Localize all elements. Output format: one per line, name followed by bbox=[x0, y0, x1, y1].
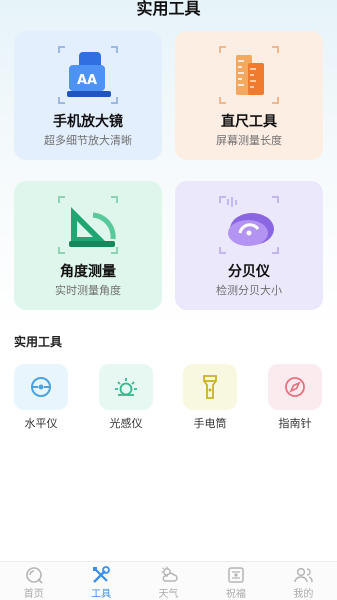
tab-label: 天气 bbox=[158, 589, 179, 600]
tab-blessing[interactable]: 祝福 bbox=[202, 562, 269, 600]
tab-tools[interactable]: 工具 bbox=[67, 562, 134, 600]
tab-label: 我的 bbox=[293, 589, 314, 600]
section-title: 实用工具 bbox=[14, 335, 63, 349]
tool-label: 指南针 bbox=[278, 417, 312, 430]
tab-label: 首页 bbox=[23, 589, 44, 600]
card-title: 手机放大镜 bbox=[53, 114, 123, 130]
tool-label: 手电筒 bbox=[193, 417, 227, 430]
tool-label: 水平仪 bbox=[24, 417, 58, 430]
tab-profile[interactable]: 我的 bbox=[270, 562, 337, 600]
profile-icon bbox=[294, 567, 314, 583]
compass-icon bbox=[268, 364, 322, 410]
level-icon bbox=[14, 364, 68, 410]
tab-label: 祝福 bbox=[225, 589, 246, 600]
decibel-meter-icon bbox=[175, 195, 323, 255]
angle-card[interactable]: 角度测量 实时测量角度 bbox=[14, 181, 162, 310]
bottom-tab-bar: 首页 工具 天气 祝福 我的 bbox=[0, 561, 337, 600]
magnifier-card[interactable]: AA 手机放大镜 超多细节放大清晰 bbox=[14, 31, 162, 160]
flashlight-tool[interactable]: 手电筒 bbox=[182, 364, 238, 431]
light-sensor-icon bbox=[99, 364, 153, 410]
ruler-icon bbox=[175, 45, 323, 105]
protractor-icon bbox=[14, 195, 162, 255]
card-desc: 检测分贝大小 bbox=[216, 284, 282, 297]
tab-weather[interactable]: 天气 bbox=[135, 562, 202, 600]
blessing-icon bbox=[228, 567, 244, 583]
compass-tool[interactable]: 指南针 bbox=[267, 364, 323, 431]
tab-label: 工具 bbox=[91, 589, 112, 600]
light-sensor-tool[interactable]: 光感仪 bbox=[98, 364, 154, 431]
svg-text:AA: AA bbox=[77, 73, 97, 88]
card-title: 角度测量 bbox=[60, 264, 116, 280]
tools-icon bbox=[93, 566, 111, 583]
card-title: 直尺工具 bbox=[221, 114, 277, 130]
ruler-card[interactable]: 直尺工具 屏幕测量长度 bbox=[175, 31, 323, 160]
flashlight-icon bbox=[183, 364, 237, 410]
level-tool[interactable]: 水平仪 bbox=[13, 364, 69, 431]
tools-page: 实用工具 AA 手机放大镜 超多细节放大清晰 直尺工具 屏幕测量长度 角度测量 … bbox=[0, 0, 337, 600]
tab-home[interactable]: 首页 bbox=[0, 562, 67, 600]
card-title: 分贝仪 bbox=[228, 264, 270, 280]
tool-label: 光感仪 bbox=[109, 417, 143, 430]
card-desc: 超多细节放大清晰 bbox=[44, 134, 132, 147]
card-desc: 屏幕测量长度 bbox=[216, 134, 282, 147]
weather-icon bbox=[161, 566, 178, 582]
home-icon bbox=[25, 567, 43, 584]
card-desc: 实时测量角度 bbox=[55, 284, 121, 297]
page-title: 实用工具 bbox=[136, 0, 201, 18]
magnifier-phone-icon: AA bbox=[14, 45, 162, 105]
decibel-card[interactable]: 分贝仪 检测分贝大小 bbox=[175, 181, 323, 310]
